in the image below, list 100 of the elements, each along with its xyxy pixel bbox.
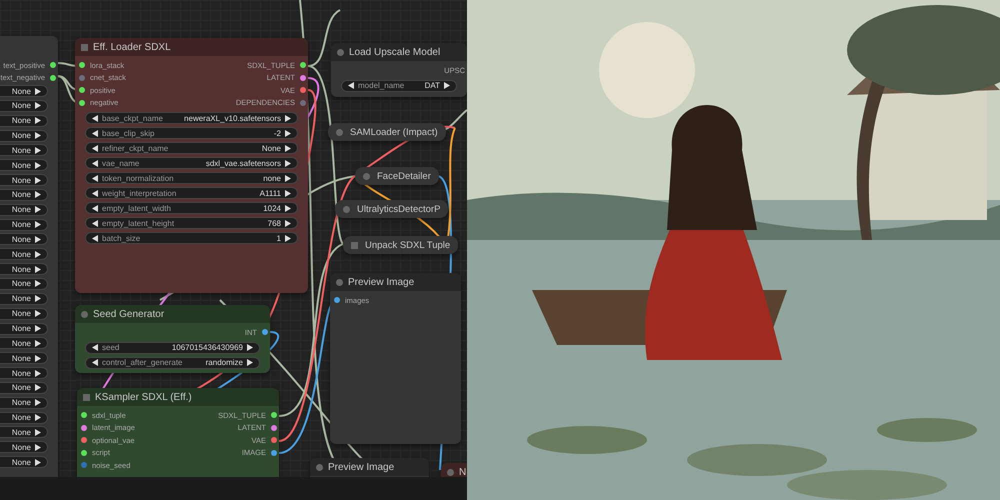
dot-icon[interactable] [336, 278, 343, 286]
node-card[interactable]: N [441, 463, 467, 477]
node-card[interactable]: Preview Image [310, 458, 429, 477]
input-slot-dot[interactable] [79, 87, 85, 94]
widget-field[interactable]: batch_size 1 [85, 232, 298, 244]
widget-field[interactable]: None [0, 367, 48, 380]
dot-icon[interactable] [337, 48, 344, 56]
collapsed-node[interactable]: FaceDetailer [355, 167, 439, 185]
input-slot-dot[interactable] [81, 450, 87, 456]
widget-field[interactable]: model_name DAT [341, 80, 457, 92]
right-arrow-icon[interactable] [285, 190, 291, 196]
widget-field[interactable]: base_clip_skip -2 [85, 127, 298, 139]
left-arrow-icon[interactable] [92, 220, 98, 226]
node-header[interactable]: KSampler SDXL (Eff.) [77, 388, 279, 406]
input-slot-dot[interactable] [81, 424, 87, 431]
widget-field[interactable]: weight_interpretation A1111 [85, 187, 298, 199]
widget-field[interactable]: seed 1067015436430969 [85, 342, 260, 354]
dot-icon[interactable] [447, 468, 454, 476]
output-slot-dot[interactable] [271, 424, 277, 431]
left-arrow-icon[interactable] [348, 82, 354, 89]
output-slot-dot[interactable] [300, 62, 306, 68]
input-slot-dot[interactable] [81, 462, 87, 468]
widget-field[interactable]: None [0, 159, 48, 172]
widget-field[interactable]: None [0, 382, 48, 394]
dot-icon[interactable] [336, 128, 343, 136]
widget-field[interactable]: None [0, 322, 48, 334]
collapsed-node[interactable]: SAMLoader (Impact) [328, 123, 446, 141]
right-arrow-icon[interactable] [247, 359, 253, 366]
widget-field[interactable]: None [0, 412, 48, 424]
widget-field[interactable]: None [0, 426, 48, 438]
input-slot-dot[interactable] [79, 62, 85, 68]
output-slot-dot[interactable] [300, 100, 306, 106]
dot-icon[interactable] [81, 310, 88, 318]
input-slot-dot[interactable] [81, 412, 87, 418]
widget-field[interactable]: None [0, 248, 48, 260]
widget-field[interactable]: None [0, 204, 48, 216]
widget-field[interactable]: base_ckpt_name neweraXL_v10.safetensors [85, 112, 298, 124]
node-card[interactable] [75, 38, 308, 293]
widget-field[interactable]: None [0, 441, 48, 454]
widget-field[interactable]: refiner_ckpt_name None [85, 142, 298, 154]
node-header[interactable]: Preview Image [330, 273, 461, 291]
widget-field[interactable]: empty_latent_height 768 [85, 217, 298, 229]
widget-field[interactable]: None [0, 100, 48, 112]
right-arrow-icon[interactable] [285, 174, 291, 182]
input-slot-dot[interactable] [81, 437, 87, 444]
output-slot-dot[interactable] [262, 329, 268, 336]
right-arrow-icon[interactable] [285, 234, 291, 242]
node-header[interactable]: Load Upscale Model [331, 43, 467, 61]
widget-field[interactable]: None [0, 352, 48, 364]
left-arrow-icon[interactable] [92, 359, 98, 366]
node-header[interactable]: Seed Generator [75, 305, 270, 323]
widget-field[interactable]: None [0, 188, 48, 201]
left-arrow-icon[interactable] [92, 130, 98, 136]
output-slot-dot[interactable] [50, 74, 56, 81]
left-arrow-icon[interactable] [92, 344, 98, 351]
right-arrow-icon[interactable] [285, 220, 291, 226]
collapsed-node[interactable]: Unpack SDXL Tuple [343, 236, 458, 254]
widget-field[interactable]: None [0, 263, 48, 276]
widget-field[interactable]: None [0, 337, 48, 350]
right-arrow-icon[interactable] [285, 130, 291, 136]
right-arrow-icon[interactable] [444, 82, 450, 89]
widget-field[interactable]: control_after_generate randomize [85, 356, 260, 368]
widget-field[interactable]: None [0, 396, 48, 409]
widget-field[interactable]: None [0, 130, 48, 142]
right-arrow-icon[interactable] [285, 144, 291, 152]
widget-field[interactable]: None [0, 174, 48, 186]
widget-field[interactable]: vae_name sdxl_vae.safetensors [85, 157, 298, 169]
right-arrow-icon[interactable] [285, 160, 291, 166]
left-arrow-icon[interactable] [92, 204, 98, 212]
widget-field[interactable]: None [0, 85, 48, 97]
output-slot-dot[interactable] [271, 450, 277, 456]
input-slot-dot[interactable] [79, 74, 85, 81]
widget-field[interactable]: token_normalization none [85, 172, 298, 184]
widget-field[interactable]: empty_latent_width 1024 [85, 202, 298, 214]
left-arrow-icon[interactable] [92, 190, 98, 196]
left-arrow-icon[interactable] [92, 114, 98, 122]
widget-field[interactable]: None [0, 308, 48, 320]
input-slot-dot[interactable] [79, 100, 85, 106]
left-arrow-icon[interactable] [92, 234, 98, 242]
dot-icon[interactable] [316, 464, 323, 470]
left-arrow-icon[interactable] [92, 160, 98, 166]
square-icon[interactable] [81, 44, 88, 50]
output-slot-dot[interactable] [50, 62, 56, 68]
dot-icon[interactable] [363, 172, 370, 180]
right-arrow-icon[interactable] [285, 114, 291, 122]
node-header[interactable]: Eff. Loader SDXL [75, 38, 308, 56]
widget-field[interactable]: None [0, 114, 48, 127]
widget-field[interactable]: None [0, 144, 48, 156]
output-slot-dot[interactable] [300, 74, 306, 81]
right-arrow-icon[interactable] [285, 204, 291, 212]
widget-field[interactable]: None [0, 456, 48, 468]
left-arrow-icon[interactable] [92, 144, 98, 152]
output-slot-dot[interactable] [300, 87, 306, 94]
right-arrow-icon[interactable] [35, 88, 41, 94]
collapsed-node[interactable]: UltralyticsDetectorP [335, 200, 448, 218]
widget-field[interactable]: None [0, 218, 48, 231]
widget-field[interactable]: None [0, 233, 48, 246]
input-slot-dot[interactable] [334, 297, 340, 304]
widget-field[interactable]: None [0, 278, 48, 290]
right-arrow-icon[interactable] [247, 344, 253, 351]
